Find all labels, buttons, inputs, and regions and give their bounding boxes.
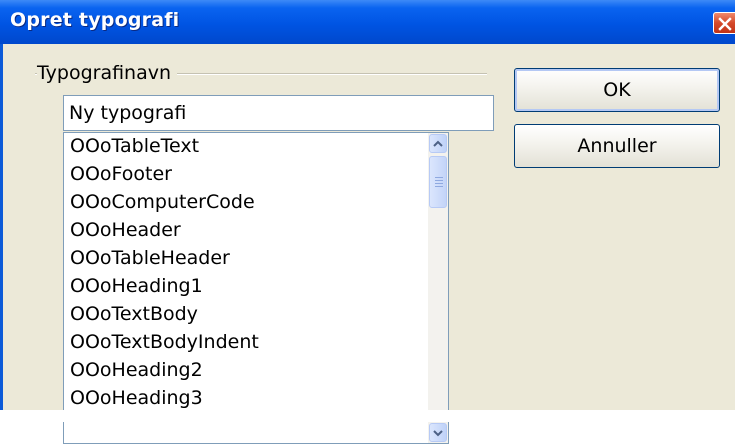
dialog-window: Opret typografi Typografinavn OOoTableTe… [0,0,735,444]
dialog-body: Typografinavn OOoTableText OOoFooter OOo… [3,44,735,444]
title-bar[interactable]: Opret typografi [0,0,735,44]
grip-line [435,183,443,184]
window-title: Opret typografi [10,9,180,31]
window-bottom-edge [0,410,735,422]
list-item[interactable]: OOoHeader [70,217,181,243]
list-item[interactable]: OOoTextBody [70,301,198,327]
vertical-scrollbar[interactable] [428,133,448,443]
list-item[interactable]: OOoTextBodyIndent [70,329,259,355]
scroll-thumb[interactable] [429,156,447,208]
existing-styles-list[interactable]: OOoTableText OOoFooter OOoComputerCode O… [63,132,449,444]
grip-line [435,186,443,187]
ok-button[interactable]: OK [514,68,720,112]
close-icon[interactable] [713,12,735,34]
scroll-up-button[interactable] [429,134,447,153]
list-item[interactable]: OOoHeading3 [70,385,203,411]
style-name-input[interactable] [63,95,494,131]
style-name-group-label: Typografinavn [37,62,178,84]
chevron-down-icon [433,430,443,437]
list-item[interactable]: OOoFooter [70,161,172,187]
cancel-button[interactable]: Annuller [514,124,720,168]
grip-line [435,177,443,178]
list-item[interactable]: OOoHeading2 [70,357,203,383]
list-item[interactable]: OOoTableText [70,133,199,159]
grip-line [435,180,443,181]
scroll-down-button[interactable] [429,423,447,442]
list-item[interactable]: OOoHeading1 [70,273,203,299]
list-item[interactable]: OOoComputerCode [70,189,255,215]
chevron-up-icon [433,140,443,147]
list-item[interactable]: OOoTableHeader [70,245,230,271]
